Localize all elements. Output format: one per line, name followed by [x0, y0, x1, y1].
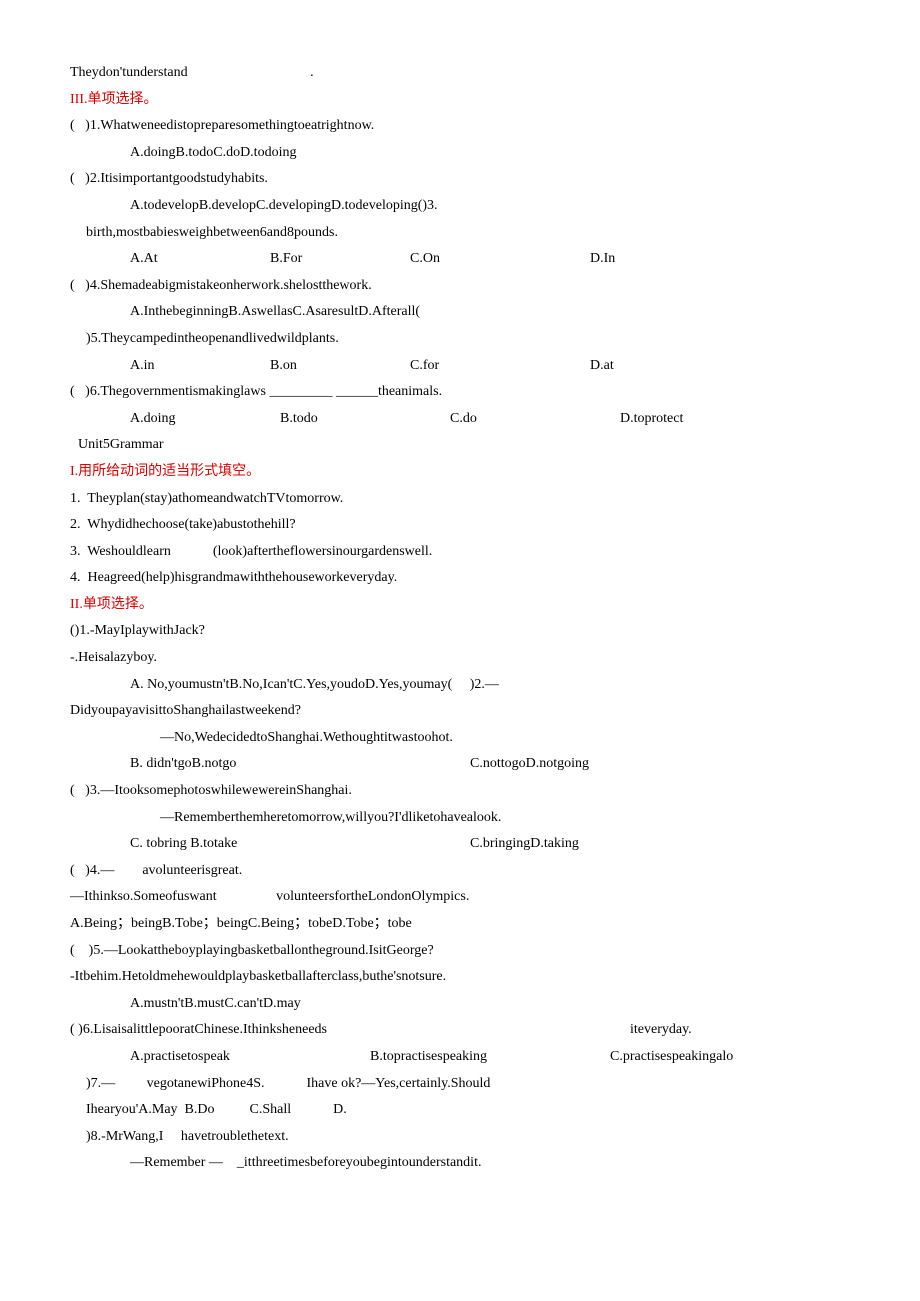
c-q2b: —No,WedecidedtoShanghai.Wethoughtitwasto…	[70, 725, 850, 752]
c-q2a: DidyoupayavisittoShanghailastweekend?	[70, 698, 850, 725]
c-q3a: ( )3.—ItooksomephotoswhilewewereinShangh…	[70, 778, 850, 805]
q3-2: ( )2.Itisimportantgoodstudyhabits.	[70, 166, 850, 193]
opt-c: C.practisespeakingalo	[610, 1044, 733, 1071]
c-q4b: —Ithinkso.Someofuswant volunteersfortheL…	[70, 884, 850, 911]
q3-5-options: A.in B.on C.for D.at	[70, 353, 850, 380]
q3-4-options: A.InthebeginningB.AswellasC.AsaresultD.A…	[70, 299, 850, 326]
top-line: Theydon'tunderstand .	[70, 60, 850, 87]
c-q5-options: A.mustn'tB.mustC.can'tD.may	[70, 991, 850, 1018]
opt-left: B. didn'tgoB.notgo	[130, 751, 470, 778]
opt-b: B.on	[270, 353, 410, 380]
opt-a: A.in	[130, 353, 270, 380]
c-q4-options: A.Being；beingB.Tobe；beingC.Being；tobeD.T…	[70, 911, 850, 938]
opt-left: C. tobring B.totake	[130, 831, 470, 858]
c-q7a: )7.— vegotanewiPhone4S. Ihave ok?—Yes,ce…	[70, 1071, 850, 1098]
opt-d: D.toprotect	[620, 406, 683, 433]
c-q6-row: ( )6.LisaisalittlepooratChinese.Ithinksh…	[70, 1017, 850, 1044]
opt-c: C.for	[410, 353, 590, 380]
opt-a: A.practisetospeak	[130, 1044, 370, 1071]
q3-5: )5.Theycampedintheopenandlivedwildplants…	[70, 326, 850, 353]
c-q3-options: C. tobring B.totake C.bringingD.taking	[70, 831, 850, 858]
opt-right: C.bringingD.taking	[470, 831, 579, 858]
opt-a: A.At	[130, 246, 270, 273]
c-q1b: -.Heisalazyboy.	[70, 645, 850, 672]
unit-title: Unit5Grammar	[70, 432, 850, 459]
c-q5b: -Itbehim.Hetoldmehewouldplaybasketballaf…	[70, 964, 850, 991]
q3-3: birth,mostbabiesweighbetween6and8pounds.	[70, 220, 850, 247]
c-q7b: Ihearyou'A.May B.Do C.Shall D.	[70, 1097, 850, 1124]
q3-1: ( )1.Whatweneedistopreparesomethingtoeat…	[70, 113, 850, 140]
c-q8a: )8.-MrWang,I havetroublethetext.	[70, 1124, 850, 1151]
opt-right: C.nottogoD.notgoing	[470, 751, 589, 778]
opt-a: A.doing	[130, 406, 280, 433]
c-q6-tail: iteveryday.	[630, 1017, 692, 1044]
opt-d: D.at	[590, 353, 614, 380]
c-q2-options: B. didn'tgoB.notgo C.nottogoD.notgoing	[70, 751, 850, 778]
opt-c: C.do	[450, 406, 620, 433]
c-q6a: ( )6.LisaisalittlepooratChinese.Ithinksh…	[70, 1017, 630, 1044]
c-q5a: ( )5.—Lookattheboyplayingbasketballonthe…	[70, 938, 850, 965]
section-3-heading: III.单项选择。	[70, 87, 850, 114]
b-q4: 4. Heagreed(help)hisgrandmawiththehousew…	[70, 565, 850, 592]
opt-d: D.In	[590, 246, 615, 273]
q3-1-options: A.doingB.todoC.doD.todoing	[70, 140, 850, 167]
section-2b-heading: II.单项选择。	[70, 592, 850, 619]
b-q3: 3. Weshouldlearn (look)aftertheflowersin…	[70, 539, 850, 566]
q3-6-options: A.doing B.todo C.do D.toprotect	[70, 406, 850, 433]
q3-3-options: A.At B.For C.On D.In	[70, 246, 850, 273]
b-q2: 2. Whydidhechoose(take)abustothehill?	[70, 512, 850, 539]
opt-c: C.On	[410, 246, 590, 273]
c-q8b: —Remember — _itthreetimesbeforeyoubegint…	[70, 1150, 850, 1177]
c-q1-options: A. No,youmustn'tB.No,Ican'tC.Yes,youdoD.…	[70, 672, 850, 699]
q3-6: ( )6.Thegovernmentismakinglaws _________…	[70, 379, 850, 406]
opt-b: B.todo	[280, 406, 450, 433]
section-1b-heading: I.用所给动词的适当形式填空。	[70, 459, 850, 486]
c-q4a: ( )4.— avolunteerisgreat.	[70, 858, 850, 885]
b-q1: 1. Theyplan(stay)athomeandwatchTVtomorro…	[70, 486, 850, 513]
c-q1a: ()1.-MayIplaywithJack?	[70, 618, 850, 645]
opt-b: B.topractisespeaking	[370, 1044, 610, 1071]
q3-2-options: A.todevelopB.developC.developingD.todeve…	[70, 193, 850, 220]
c-q6-options: A.practisetospeak B.topractisespeaking C…	[70, 1044, 850, 1071]
c-q3b: —Rememberthemheretomorrow,willyou?I'dlik…	[70, 805, 850, 832]
q3-4: ( )4.Shemadeabigmistakeonherwork.shelost…	[70, 273, 850, 300]
opt-b: B.For	[270, 246, 410, 273]
